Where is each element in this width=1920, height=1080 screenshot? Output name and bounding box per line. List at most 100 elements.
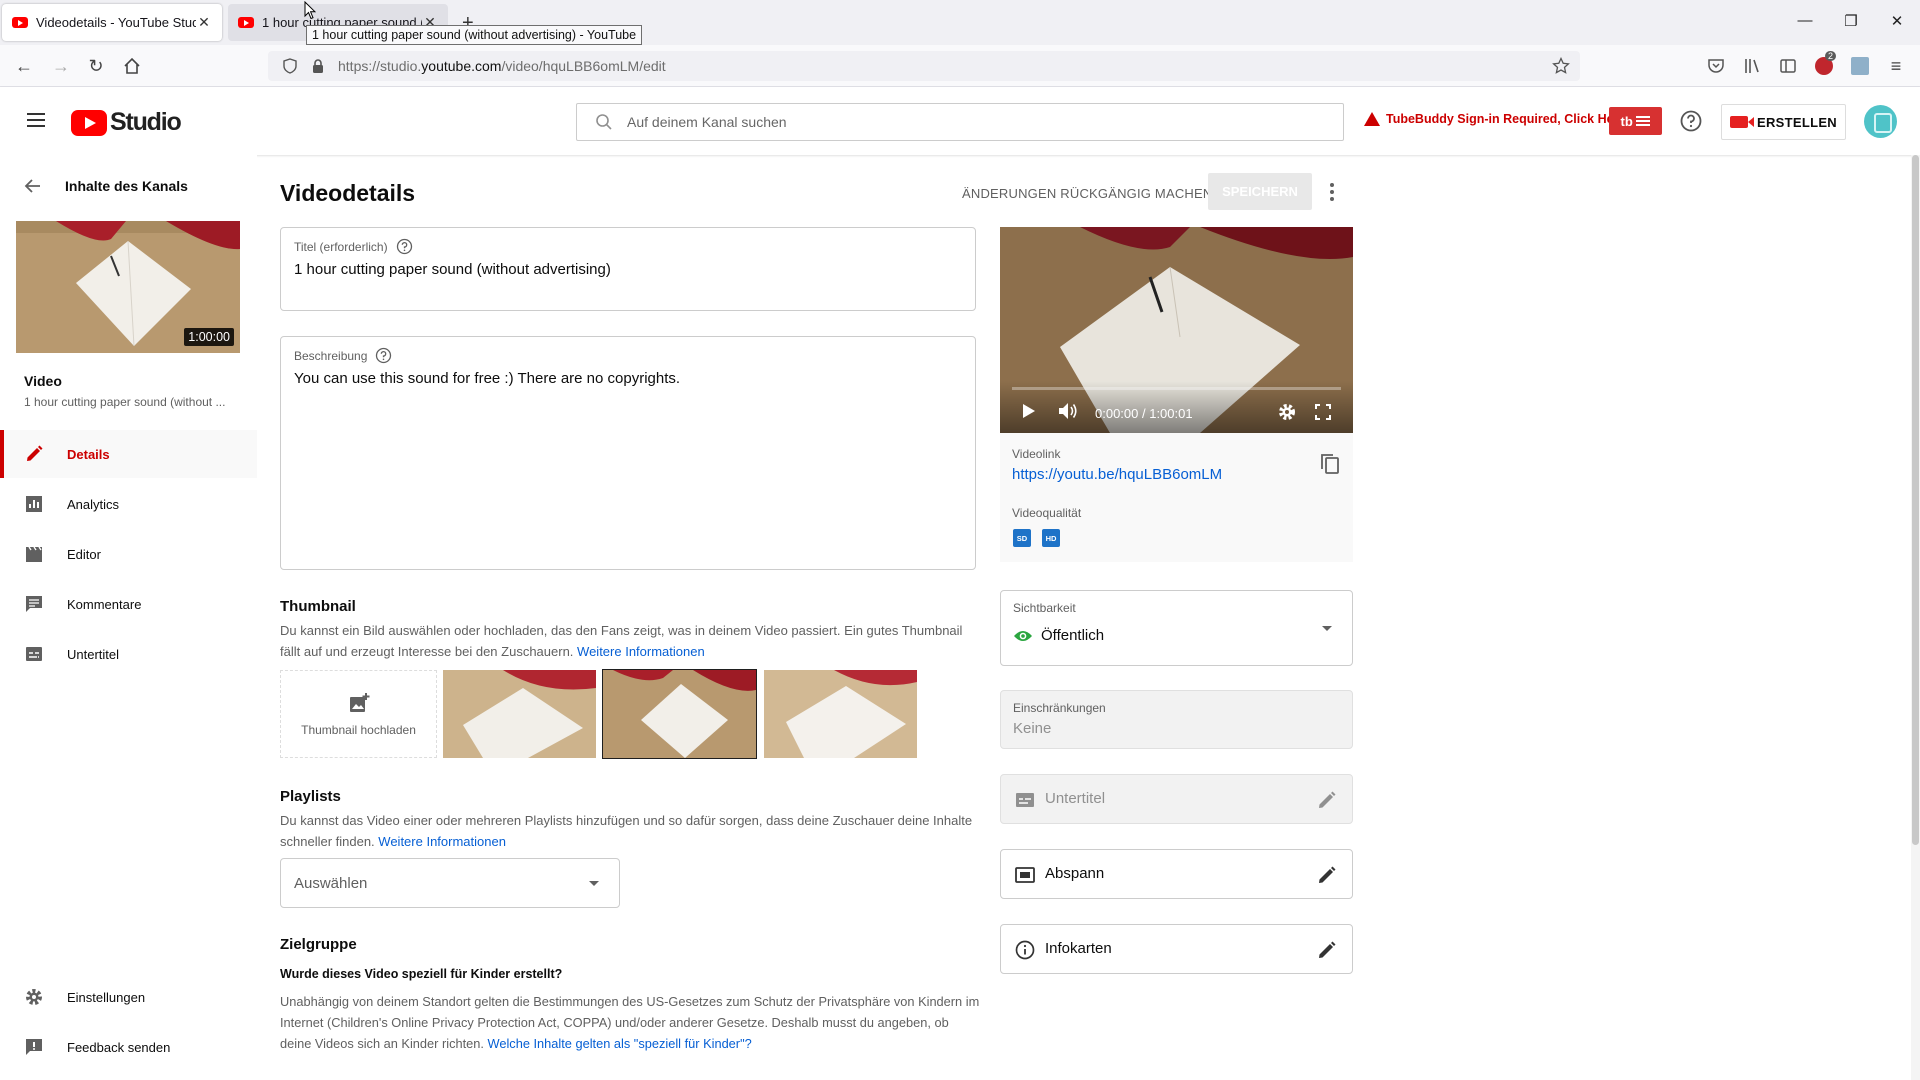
scrollbar-thumb[interactable] xyxy=(1912,155,1919,845)
video-player[interactable]: 0:00:00 / 1:00:01 xyxy=(1000,227,1353,433)
edit-pencil-icon[interactable] xyxy=(1316,939,1338,961)
save-button[interactable]: SPEICHERN xyxy=(1208,173,1312,210)
cards-label: Infokarten xyxy=(1045,940,1112,957)
edit-pencil-icon[interactable] xyxy=(1316,789,1338,811)
endscreen-icon xyxy=(1015,867,1035,883)
settings-gear-icon[interactable] xyxy=(1278,403,1296,421)
thumbnail-learn-more-link[interactable]: Weitere Informationen xyxy=(577,644,705,659)
sidebar-video-thumbnail[interactable]: 1:00:00 xyxy=(16,221,240,353)
minimize-icon[interactable]: — xyxy=(1790,12,1820,29)
browser-menu-icon[interactable]: ≡ xyxy=(1884,54,1908,78)
sidebar-item-comments[interactable]: Kommentare xyxy=(0,580,257,628)
subtitles-row[interactable]: Untertitel xyxy=(1000,774,1353,824)
videolink[interactable]: https://youtu.be/hquLBB6omLM xyxy=(1012,466,1222,483)
description-input-value: You can use this sound for free :) There… xyxy=(294,370,681,387)
volume-icon[interactable] xyxy=(1058,402,1078,420)
edit-pencil-icon[interactable] xyxy=(1316,864,1338,886)
player-time: 0:00:00 / 1:00:01 xyxy=(1095,406,1193,421)
home-icon[interactable] xyxy=(120,54,144,78)
audience-learn-more-link[interactable]: Welche Inhalte gelten als "speziell für … xyxy=(488,1036,752,1051)
visibility-label: Sichtbarkeit xyxy=(1013,601,1076,615)
shield-icon xyxy=(283,58,297,74)
help-icon[interactable] xyxy=(1679,109,1703,133)
reload-icon[interactable]: ↻ xyxy=(84,54,108,78)
tab-close-icon[interactable]: ✕ xyxy=(196,14,212,31)
more-options-icon[interactable] xyxy=(1324,180,1340,204)
title-field[interactable]: Titel (erforderlich) 1 hour cutting pape… xyxy=(280,227,976,311)
sidebar-item-feedback[interactable]: Feedback senden xyxy=(0,1023,257,1071)
video-quality-label: Videoqualität xyxy=(1012,506,1082,520)
endscreen-label: Abspann xyxy=(1045,865,1105,882)
feedback-icon xyxy=(26,1039,42,1055)
sidebar: Inhalte des Kanals 1:00:00 Video 1 hour … xyxy=(0,155,257,1080)
restrictions-label: Einschränkungen xyxy=(1013,701,1106,715)
eye-icon xyxy=(1014,631,1032,641)
warning-icon xyxy=(1364,112,1380,126)
undo-changes-button[interactable]: ÄNDERUNGEN RÜCKGÄNGIG MACHEN xyxy=(962,186,1212,201)
fullscreen-icon[interactable] xyxy=(1315,404,1331,420)
logo-text: Studio xyxy=(110,108,182,136)
sidebar-item-label: Kommentare xyxy=(67,596,142,612)
sidebar-item-label: Details xyxy=(67,446,110,462)
mouse-cursor-icon xyxy=(304,1,316,20)
back-to-content-link[interactable]: Inhalte des Kanals xyxy=(24,177,188,195)
sidebar-item-settings[interactable]: Einstellungen xyxy=(0,973,257,1021)
video-preview-card: 0:00:00 / 1:00:01 Videolink https://yout… xyxy=(1000,227,1353,562)
playlists-learn-more-link[interactable]: Weitere Informationen xyxy=(378,834,506,849)
audience-description: Unabhängig von deinem Standort gelten di… xyxy=(280,991,980,1054)
extension-icon[interactable] xyxy=(1851,57,1869,75)
sidebar-video-title: 1 hour cutting paper sound (without ... xyxy=(24,395,226,409)
audience-heading: Zielgruppe xyxy=(280,936,357,953)
endscreen-row[interactable]: Abspann xyxy=(1000,849,1353,899)
help-circle-icon[interactable] xyxy=(396,238,413,255)
browser-navbar: ← → ↻ https://studio. youtube.com/video/h… xyxy=(0,45,1920,87)
create-button[interactable]: ERSTELLEN xyxy=(1721,104,1846,140)
quality-badge-sd: SD xyxy=(1013,529,1031,547)
thumbnail-upload-button[interactable]: Thumbnail hochladen xyxy=(280,670,437,758)
forward-icon[interactable]: → xyxy=(49,54,73,78)
address-bar[interactable]: https://studio. youtube.com/video/hquLBB6… xyxy=(268,51,1580,81)
adblock-extension-icon[interactable]: 2 xyxy=(1815,51,1837,75)
sidebar-item-subtitles[interactable]: Untertitel xyxy=(0,630,257,678)
pocket-icon[interactable] xyxy=(1707,57,1725,75)
help-circle-icon[interactable] xyxy=(375,347,392,364)
tab-videodetails[interactable]: Videodetails - YouTube Studio ✕ xyxy=(2,4,222,41)
playlist-select[interactable]: Auswählen xyxy=(280,858,620,908)
search-placeholder: Auf deinem Kanal suchen xyxy=(627,114,787,130)
cards-row[interactable]: Infokarten xyxy=(1000,924,1353,974)
sidebar-icon[interactable] xyxy=(1779,57,1797,75)
window-close-icon[interactable]: ✕ xyxy=(1882,12,1912,30)
thumbnail-option-3[interactable] xyxy=(764,670,917,758)
menu-hamburger-icon[interactable] xyxy=(25,109,47,131)
sidebar-item-analytics[interactable]: Analytics xyxy=(0,480,257,528)
pencil-icon xyxy=(27,445,43,461)
dropdown-caret-icon xyxy=(1322,626,1332,631)
description-field[interactable]: Beschreibung You can use this sound for … xyxy=(280,336,976,570)
description-field-label: Beschreibung xyxy=(294,347,392,364)
studio-logo[interactable]: Studio xyxy=(71,108,182,137)
sidebar-item-editor[interactable]: Editor xyxy=(0,530,257,578)
lock-icon xyxy=(313,59,323,73)
bookmark-star-icon[interactable] xyxy=(1552,57,1570,75)
tubebuddy-menu-button[interactable]: tb xyxy=(1609,107,1662,135)
thumbnail-upload-label: Thumbnail hochladen xyxy=(301,722,416,737)
copy-icon[interactable] xyxy=(1318,452,1342,476)
player-progress-bar[interactable] xyxy=(1012,387,1341,390)
thumbnail-option-2-selected[interactable] xyxy=(602,669,757,759)
channel-search-input[interactable]: Auf deinem Kanal suchen xyxy=(576,103,1344,141)
sidebar-item-details[interactable]: Details xyxy=(0,430,257,478)
page-scrollbar[interactable] xyxy=(1911,155,1920,1080)
tubebuddy-warning-link[interactable]: TubeBuddy Sign-in Required, Click Here xyxy=(1364,112,1625,126)
library-icon[interactable] xyxy=(1743,57,1761,75)
add-photo-icon xyxy=(349,692,369,712)
restore-icon[interactable]: ❐ xyxy=(1836,12,1866,30)
restrictions-value: Keine xyxy=(1013,720,1052,737)
avatar[interactable] xyxy=(1864,105,1897,138)
thumbnail-option-1[interactable] xyxy=(443,670,596,758)
play-icon[interactable] xyxy=(1022,403,1036,419)
playlists-description: Du kannst das Video einer oder mehreren … xyxy=(280,810,980,852)
visibility-select[interactable]: Sichtbarkeit Öffentlich xyxy=(1000,590,1353,666)
back-icon[interactable]: ← xyxy=(12,54,36,78)
subtitles-icon xyxy=(26,647,42,661)
tubebuddy-logo: tb xyxy=(1620,113,1633,129)
